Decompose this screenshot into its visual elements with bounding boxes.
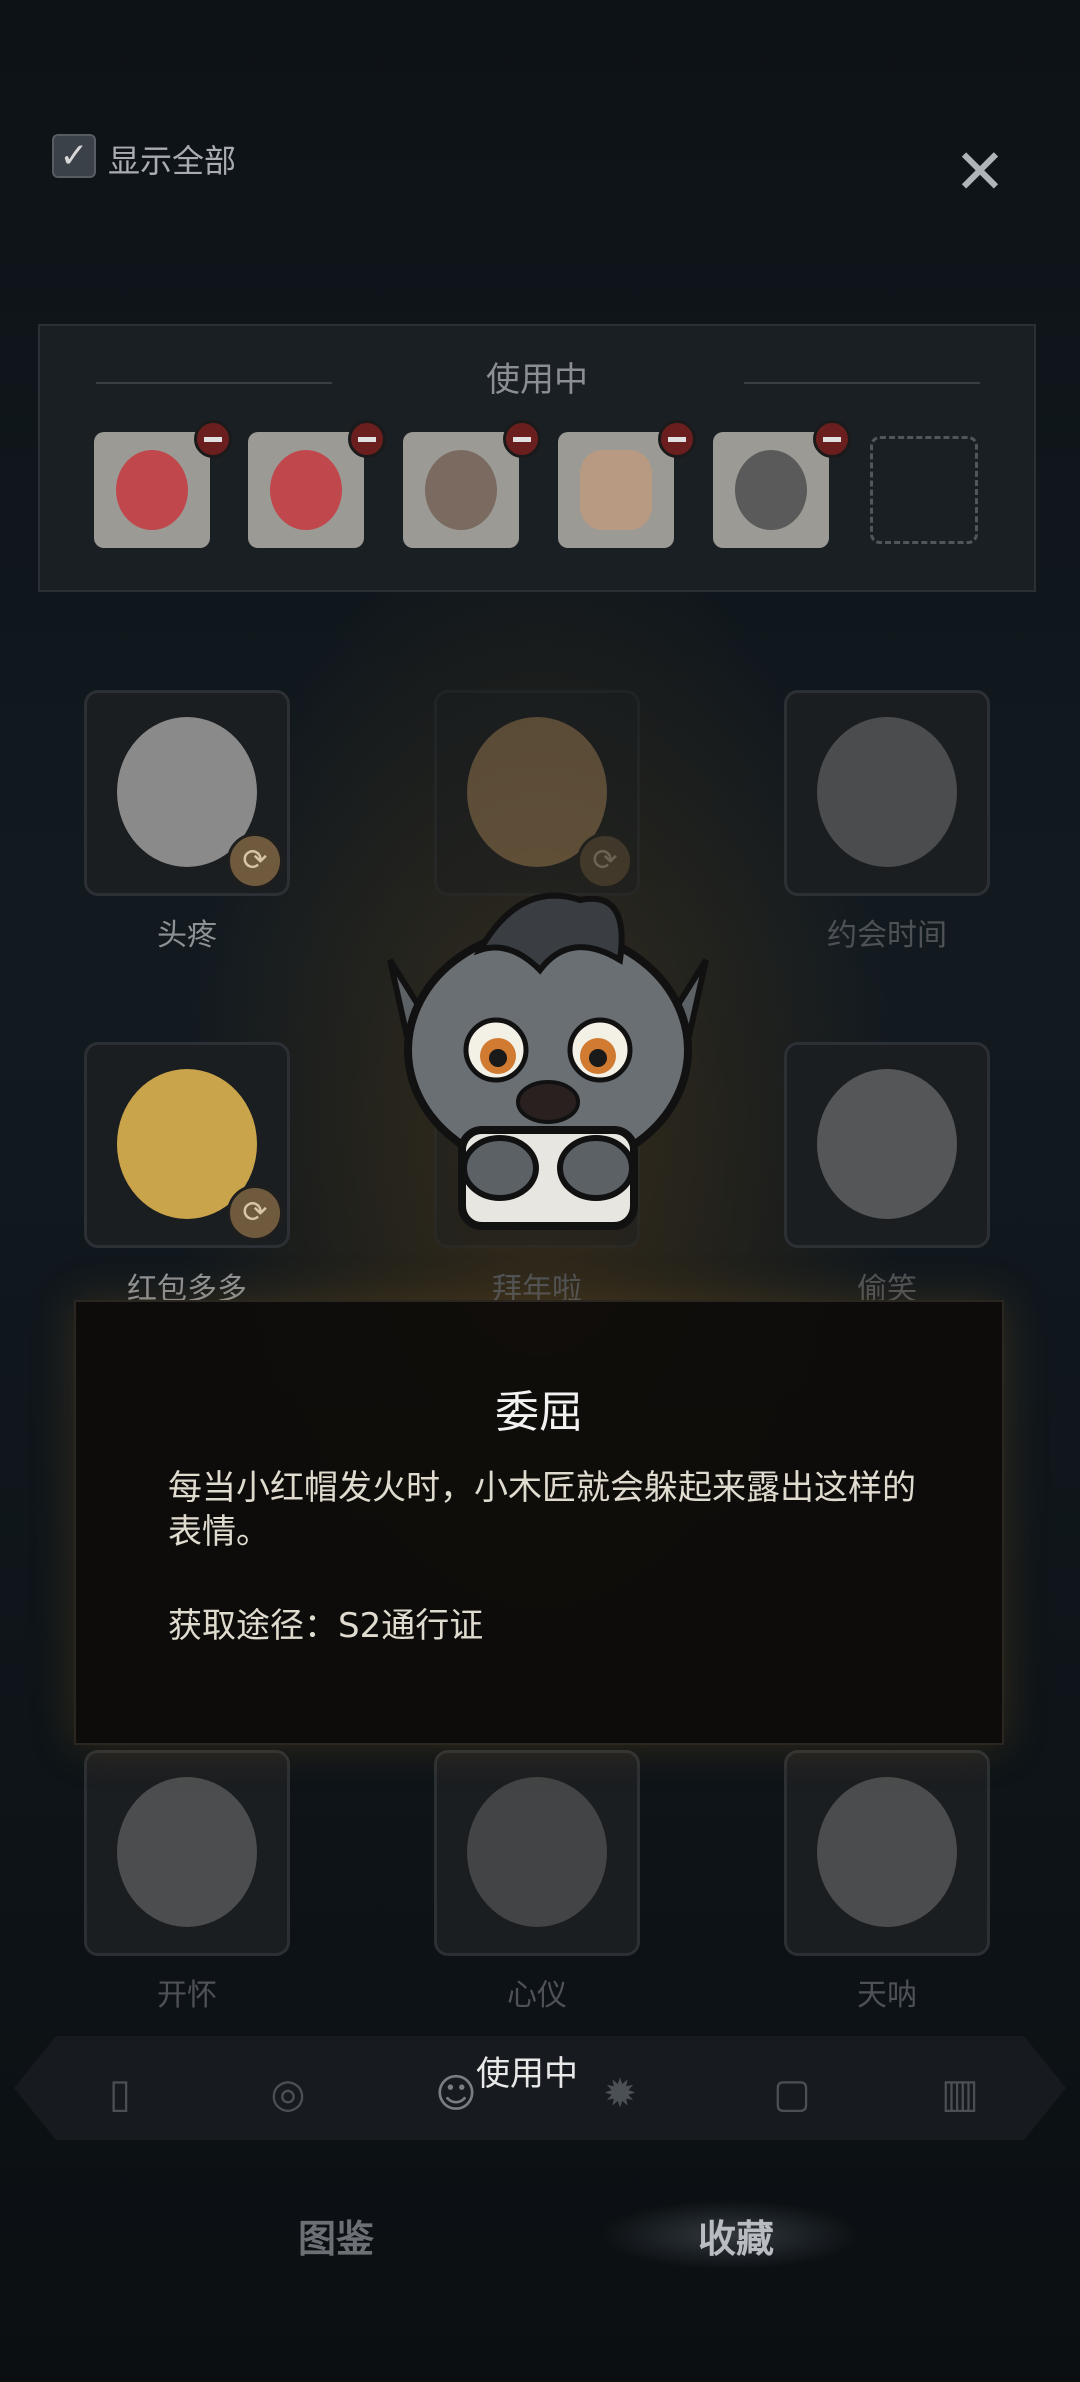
tab-codex[interactable]: 图鉴: [298, 2208, 374, 2263]
emote-tile-4[interactable]: ⟳: [84, 1042, 290, 1248]
angry-girl-icon: [425, 450, 497, 530]
crush-emote-icon: [467, 1777, 607, 1927]
thumbs-up-icon: [580, 450, 652, 530]
refresh-icon: ⟳: [227, 1185, 283, 1241]
emote-label-8: 心仪: [507, 1978, 567, 2013]
card-icon[interactable]: ▯: [96, 2070, 144, 2118]
emote-tile-6[interactable]: [784, 1042, 990, 1248]
in-use-slot-1[interactable]: [94, 420, 232, 548]
emote-label-1: 头疼: [157, 918, 217, 953]
category-bar-tooltip: 使用中: [476, 2054, 578, 2094]
emote-tile-3[interactable]: [784, 690, 990, 896]
cardback-icon[interactable]: ▥: [936, 2070, 984, 2118]
remove-icon[interactable]: [658, 420, 696, 458]
oh-my-emote-icon: [817, 1777, 957, 1927]
emote-tile-9[interactable]: [784, 1750, 990, 1956]
remove-icon[interactable]: [194, 420, 232, 458]
divider-right: [744, 382, 980, 384]
emote-label-3: 约会时间: [827, 918, 947, 953]
remove-icon[interactable]: [348, 420, 386, 458]
emote-label-9: 天呐: [857, 1978, 917, 2013]
frame-icon[interactable]: ▢: [768, 2070, 816, 2118]
in-use-slot-2[interactable]: [248, 420, 386, 548]
emote-tile-1[interactable]: ⟳: [84, 690, 290, 896]
emote-tile-8[interactable]: [434, 1750, 640, 1956]
emote-tile-7[interactable]: [84, 1750, 290, 1956]
close-icon[interactable]: ✕: [950, 141, 1010, 203]
emote-tile-2[interactable]: ⟳: [434, 690, 640, 896]
emote-detail-title: 委屈: [495, 1387, 583, 1438]
in-use-slot-4[interactable]: [558, 420, 696, 548]
in-use-slot-5[interactable]: [713, 420, 851, 548]
sun-icon[interactable]: ✹: [596, 2070, 644, 2118]
empty-slot[interactable]: [870, 436, 978, 544]
refresh-icon: ⟳: [227, 833, 283, 889]
show-all-checkbox[interactable]: ✓: [52, 134, 96, 178]
emote-detail-description: 每当小红帽发火时，小木匠就会躲起来露出这样的表情。: [168, 1468, 916, 1552]
in-use-title: 使用中: [486, 360, 588, 400]
emote-detail-card: 委屈 每当小红帽发火时，小木匠就会躲起来露出这样的表情。 获取途径：S2通行证: [74, 1300, 1004, 1745]
remove-icon[interactable]: [813, 420, 851, 458]
in-use-panel: 使用中: [38, 324, 1036, 592]
show-all-label[interactable]: 显示全部: [108, 136, 236, 182]
portrait-icon[interactable]: ◎: [264, 2070, 312, 2118]
in-use-slot-3[interactable]: [403, 420, 541, 548]
cheerful-emote-icon: [117, 1777, 257, 1927]
sad-wolf-icon: [735, 450, 807, 530]
tab-collection[interactable]: 收藏: [698, 2208, 774, 2263]
red-riding-hood-crying-icon: [116, 450, 188, 530]
selected-emote-sad-wolf: [387, 892, 709, 1230]
emote-detail-source: 获取途径：S2通行证: [168, 1606, 484, 1646]
emote-icon[interactable]: ☺: [432, 2070, 480, 2118]
remove-icon[interactable]: [503, 420, 541, 458]
giggle-emote-icon: [817, 1069, 957, 1219]
date-time-emote-icon: [817, 717, 957, 867]
emote-label-7: 开怀: [157, 1978, 217, 2013]
red-riding-hood-magnifier-icon: [270, 450, 342, 530]
